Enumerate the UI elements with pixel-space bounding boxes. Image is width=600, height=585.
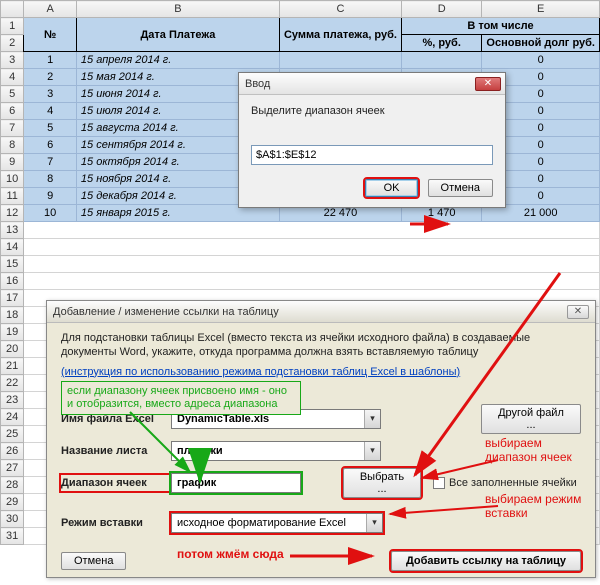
select-range-button[interactable]: Выбрать ... bbox=[343, 468, 421, 498]
input-range-dialog[interactable]: Ввод ✕ Выделите диапазон ячеек OK Отмена bbox=[238, 72, 506, 208]
col-B[interactable]: B bbox=[76, 1, 279, 18]
cell-date[interactable]: 15 апреля 2014 г. bbox=[76, 52, 279, 69]
close-icon[interactable]: ✕ bbox=[475, 77, 501, 91]
file-name-combo[interactable]: DynamicTable.xls ▾ bbox=[171, 409, 381, 429]
other-file-button[interactable]: Другой файл ... bbox=[481, 404, 581, 434]
dialog-titlebar[interactable]: Добавление / изменение ссылки на таблицу… bbox=[47, 301, 595, 323]
col-C[interactable]: C bbox=[279, 1, 401, 18]
col-A[interactable]: A bbox=[24, 1, 77, 18]
sheet-name-combo[interactable]: платежи ▾ bbox=[171, 441, 381, 461]
label-excel-file: Имя файла Excel bbox=[61, 413, 171, 425]
row-hdr[interactable]: 2 bbox=[1, 35, 24, 52]
cancel-button[interactable]: Отмена bbox=[428, 179, 493, 197]
add-table-link-dialog[interactable]: Добавление / изменение ссылки на таблицу… bbox=[46, 300, 596, 578]
cell-n[interactable]: 1 bbox=[24, 52, 77, 69]
col-E[interactable]: E bbox=[482, 1, 600, 18]
checkbox-icon[interactable] bbox=[433, 477, 445, 489]
row-hdr[interactable]: 1 bbox=[1, 18, 24, 35]
help-text: Для подстановки таблицы Excel (вместо те… bbox=[61, 331, 581, 360]
range-input[interactable] bbox=[251, 145, 493, 165]
dialog-prompt: Выделите диапазон ячеек bbox=[251, 105, 493, 117]
chevron-down-icon[interactable]: ▾ bbox=[366, 514, 382, 532]
all-filled-checkbox[interactable]: Все заполненные ячейки bbox=[433, 477, 577, 489]
hdr-main: Основной долг руб. bbox=[482, 35, 600, 52]
chevron-down-icon[interactable]: ▾ bbox=[364, 442, 380, 460]
hdr-date: Дата Платежа bbox=[76, 18, 279, 52]
label-sheet: Название листа bbox=[61, 445, 171, 457]
corner-cell[interactable] bbox=[1, 1, 24, 18]
cell-e[interactable]: 0 bbox=[482, 52, 600, 69]
hdr-group: В том числе bbox=[401, 18, 599, 35]
dialog-title: Ввод bbox=[245, 78, 270, 90]
hdr-pct: %, руб. bbox=[401, 35, 481, 52]
cell-range-combo[interactable]: график bbox=[171, 473, 301, 493]
cancel-button[interactable]: Отмена bbox=[61, 552, 126, 570]
insert-mode-combo[interactable]: исходное форматирование Excel ▾ bbox=[171, 513, 383, 533]
dialog-titlebar[interactable]: Ввод ✕ bbox=[239, 73, 505, 95]
add-link-button[interactable]: Добавить ссылку на таблицу bbox=[391, 551, 581, 571]
help-link[interactable]: (инструкция по использованию режима подс… bbox=[61, 366, 460, 378]
label-range: Диапазон ячеек bbox=[61, 475, 171, 491]
chevron-down-icon[interactable]: ▾ bbox=[364, 410, 380, 428]
ok-button[interactable]: OK bbox=[365, 179, 419, 197]
hdr-no: № bbox=[24, 18, 77, 52]
label-insert-mode: Режим вставки bbox=[61, 517, 171, 529]
hdr-sum: Сумма платежа, руб. bbox=[279, 18, 401, 52]
dialog-title: Добавление / изменение ссылки на таблицу bbox=[53, 306, 279, 318]
close-icon[interactable]: ✕ bbox=[567, 305, 589, 319]
col-D[interactable]: D bbox=[401, 1, 481, 18]
